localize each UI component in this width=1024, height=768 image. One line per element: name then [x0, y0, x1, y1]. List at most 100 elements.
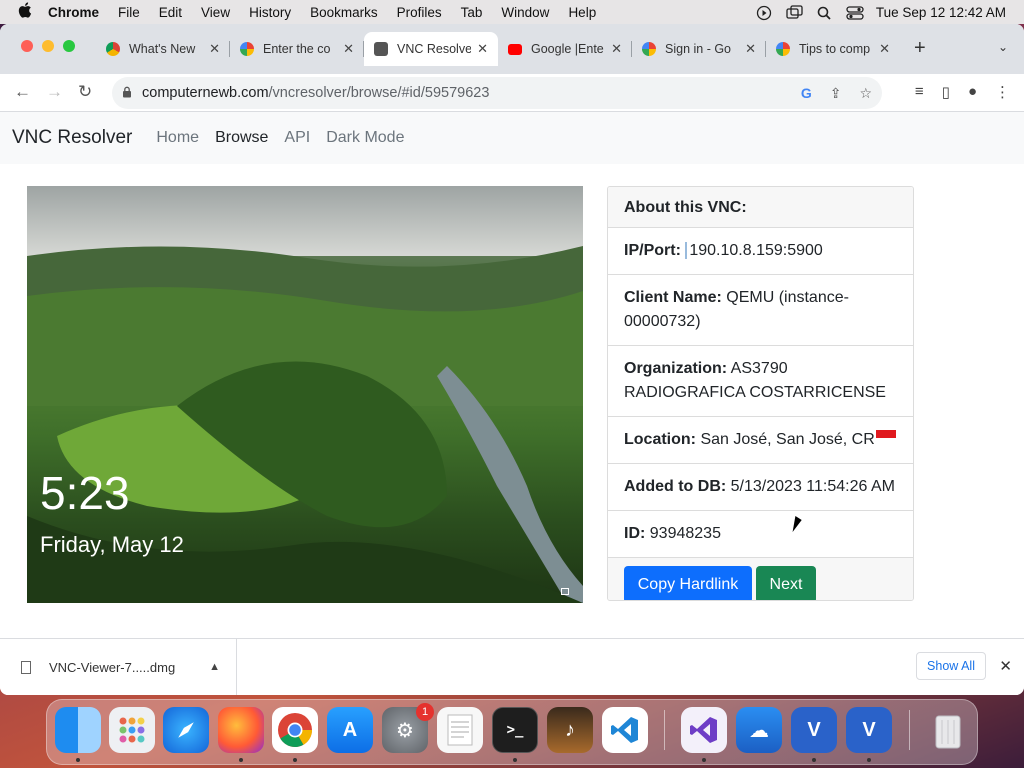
control-center-icon[interactable]	[846, 5, 864, 20]
play-circle-icon[interactable]	[756, 5, 772, 21]
spotlight-search-icon[interactable]	[816, 5, 832, 20]
chrome-menu-icon[interactable]: ⋮	[995, 83, 1010, 101]
close-downloads-icon[interactable]: ✕	[999, 657, 1012, 675]
terminal-icon[interactable]: >_	[492, 707, 538, 753]
firefox-icon[interactable]	[218, 707, 264, 753]
menu-window[interactable]: Window	[501, 5, 549, 20]
tab-enter-the-code[interactable]: Enter the co ✕	[230, 32, 364, 66]
new-tab-plus-icon[interactable]: +	[914, 37, 926, 60]
file-icon	[21, 660, 31, 674]
close-tab-icon[interactable]: ✕	[611, 41, 622, 57]
download-item[interactable]: VNC-Viewer-7.....dmg ▲	[0, 638, 237, 695]
share-icon[interactable]: ⇪	[830, 85, 842, 102]
back-arrow-icon[interactable]: ←	[14, 82, 31, 102]
garageband-icon[interactable]: ♪	[547, 707, 593, 753]
weather-icon[interactable]: ☁	[736, 707, 782, 753]
reload-icon[interactable]: ↻	[78, 82, 92, 102]
nav-api[interactable]: API	[284, 129, 310, 147]
id-label: ID:	[624, 525, 646, 542]
vnc-viewer-icon[interactable]: V	[846, 707, 892, 753]
country-flag-icon	[875, 430, 896, 438]
remote-cursor-indicator-icon	[561, 588, 569, 595]
organization-row: Organization: AS3790 RADIOGRAFICA COSTAR…	[608, 346, 913, 417]
copy-hardlink-button[interactable]: Copy Hardlink	[624, 566, 752, 600]
show-all-button[interactable]: Show All	[916, 652, 986, 680]
menu-history[interactable]: History	[249, 5, 291, 20]
running-indicator	[239, 758, 243, 762]
app-store-icon[interactable]: A	[327, 707, 373, 753]
forward-arrow-icon[interactable]: →	[46, 82, 63, 102]
added-to-db-row: Added to DB: 5/13/2023 11:54:26 AM	[608, 464, 913, 511]
close-window-button[interactable]	[21, 40, 33, 52]
minimize-window-button[interactable]	[42, 40, 54, 52]
tab-tips[interactable]: Tips to comp ✕	[766, 32, 900, 66]
google-lens-icon[interactable]: G	[801, 85, 812, 102]
macos-menu-bar: Chrome File Edit View History Bookmarks …	[0, 0, 1024, 24]
menu-bookmarks[interactable]: Bookmarks	[310, 5, 378, 20]
menu-tab[interactable]: Tab	[461, 5, 483, 20]
media-queue-icon[interactable]: ≡	[915, 83, 924, 101]
system-settings-icon[interactable]: ⚙ 1	[382, 703, 434, 753]
location-value: San José, San José, CR	[700, 431, 875, 448]
tab-title: Google |Ente	[531, 42, 604, 56]
vscode-icon[interactable]	[602, 707, 648, 753]
finder-icon[interactable]	[55, 707, 101, 753]
nav-home[interactable]: Home	[156, 129, 199, 147]
lockscreen-date: Friday, May 12	[40, 532, 184, 557]
chrome-favicon-icon	[106, 42, 120, 56]
window-controls	[21, 40, 75, 52]
added-to-db-label: Added to DB:	[624, 478, 727, 495]
zoom-window-button[interactable]	[63, 40, 75, 52]
lock-icon[interactable]	[122, 86, 132, 101]
close-tab-icon[interactable]: ✕	[879, 41, 890, 57]
safari-icon[interactable]	[163, 707, 209, 753]
tab-google-enter[interactable]: Google |Ente ✕	[498, 32, 632, 66]
chrome-window: What's New ✕ Enter the co ✕ VNC Resolve …	[0, 24, 1024, 695]
location-row: Location: San José, San José, CR	[608, 417, 913, 464]
trash-icon[interactable]	[925, 707, 971, 753]
vnc-viewer-icon[interactable]: V	[791, 707, 837, 753]
tab-search-chevron-icon[interactable]: ⌄	[998, 40, 1008, 54]
tab-vnc-resolver[interactable]: VNC Resolve ✕	[364, 32, 498, 66]
menu-view[interactable]: View	[201, 5, 230, 20]
bookmark-star-icon[interactable]: ☆	[859, 85, 872, 102]
profile-avatar-icon[interactable]: ●	[968, 83, 977, 101]
close-tab-icon[interactable]: ✕	[343, 41, 354, 57]
nav-dark-mode[interactable]: Dark Mode	[326, 129, 404, 147]
screen-mirroring-icon[interactable]	[786, 5, 803, 19]
menu-help[interactable]: Help	[568, 5, 596, 20]
download-filename: VNC-Viewer-7.....dmg	[49, 659, 176, 675]
next-button[interactable]: Next	[756, 566, 816, 600]
url-domain: computernewb.com	[142, 85, 269, 101]
chevron-up-icon[interactable]: ▲	[209, 661, 220, 673]
running-indicator	[702, 758, 706, 762]
close-tab-icon[interactable]: ✕	[477, 41, 488, 57]
running-indicator	[513, 758, 517, 762]
menu-profiles[interactable]: Profiles	[397, 5, 442, 20]
tab-whats-new[interactable]: What's New ✕	[96, 32, 230, 66]
close-tab-icon[interactable]: ✕	[745, 41, 756, 57]
visual-studio-icon[interactable]	[681, 707, 727, 753]
tab-sign-in-google[interactable]: Sign in - Go ✕	[632, 32, 766, 66]
site-navbar: VNC Resolver Home Browse API Dark Mode	[0, 112, 1024, 164]
menu-edit[interactable]: Edit	[159, 5, 182, 20]
apple-menu-icon[interactable]	[18, 2, 34, 22]
address-bar[interactable]: computernewb.com/vncresolver/browse/#id/…	[112, 77, 882, 109]
menubar-clock[interactable]: Tue Sep 12 12:42 AM	[876, 5, 1006, 20]
menu-file[interactable]: File	[118, 5, 140, 20]
tab-title: Tips to comp	[799, 42, 871, 56]
textedit-icon[interactable]	[437, 707, 483, 753]
dock-separator	[664, 710, 665, 750]
menu-chrome[interactable]: Chrome	[48, 5, 99, 20]
launchpad-icon[interactable]	[109, 707, 155, 753]
ip-port-value[interactable]: 190.10.8.159:5900	[685, 242, 823, 259]
nav-browse[interactable]: Browse	[215, 129, 268, 147]
close-tab-icon[interactable]: ✕	[209, 41, 220, 57]
running-indicator	[76, 758, 80, 762]
site-brand[interactable]: VNC Resolver	[12, 127, 132, 149]
chrome-icon[interactable]	[272, 707, 318, 753]
dock-separator	[909, 710, 910, 750]
location-label: Location:	[624, 431, 696, 448]
side-panel-icon[interactable]: ▯	[942, 83, 950, 101]
browser-toolbar: ← → ↻ computernewb.com/vncresolver/brows…	[0, 74, 1024, 112]
